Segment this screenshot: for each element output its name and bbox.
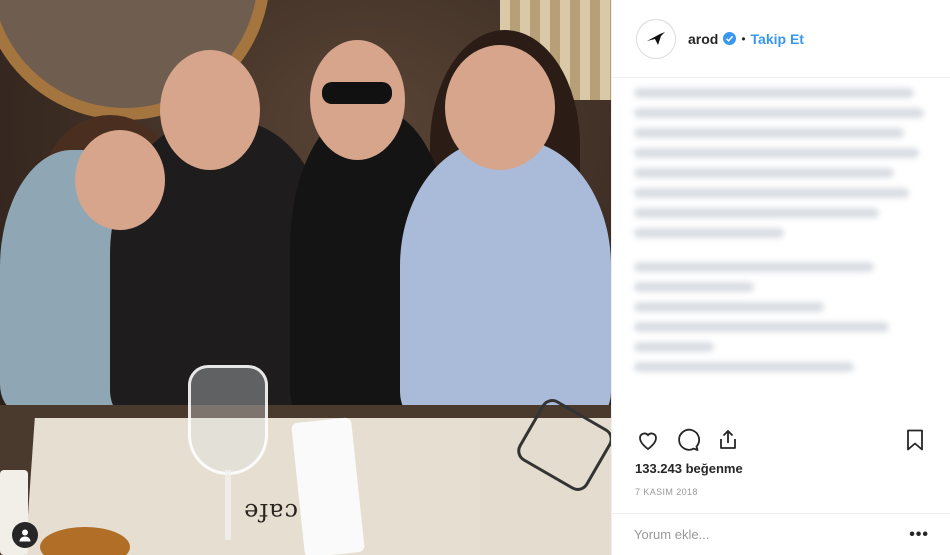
post-date[interactable]: 7 KASIM 2018 — [635, 487, 698, 497]
photo-placemat-text: cafe — [243, 498, 298, 526]
verified-badge-icon — [723, 32, 737, 45]
follow-button[interactable]: Takip Et — [751, 31, 804, 47]
post-actions — [612, 424, 950, 456]
username-link[interactable]: arod — [688, 31, 718, 47]
post-sidebar: arod • Takip Et 133.243 beğenme 7 KASIM … — [611, 0, 950, 555]
photo-sunglasses — [322, 82, 392, 104]
comment-input[interactable] — [634, 527, 910, 542]
separator-dot: • — [741, 31, 746, 46]
photo-face — [75, 130, 165, 230]
caption-blurred — [634, 88, 934, 388]
user-icon[interactable] — [12, 522, 38, 548]
comment-bar: ••• — [612, 513, 950, 555]
more-options-button[interactable]: ••• — [909, 526, 929, 544]
logo-icon — [647, 31, 665, 45]
photo-face — [160, 50, 260, 170]
heart-icon[interactable] — [634, 426, 662, 454]
photo-wine-glass — [188, 365, 268, 475]
bookmark-icon[interactable] — [901, 426, 929, 454]
photo-face — [445, 45, 555, 170]
speech-bubble-icon[interactable] — [674, 426, 702, 454]
avatar[interactable] — [636, 18, 676, 59]
likes-count[interactable]: 133.243 beğenme — [635, 461, 743, 476]
photo-person — [400, 140, 611, 420]
post-photo[interactable]: cafe — [0, 0, 611, 555]
share-icon[interactable] — [714, 426, 742, 454]
post-header: arod • Takip Et — [612, 0, 950, 78]
